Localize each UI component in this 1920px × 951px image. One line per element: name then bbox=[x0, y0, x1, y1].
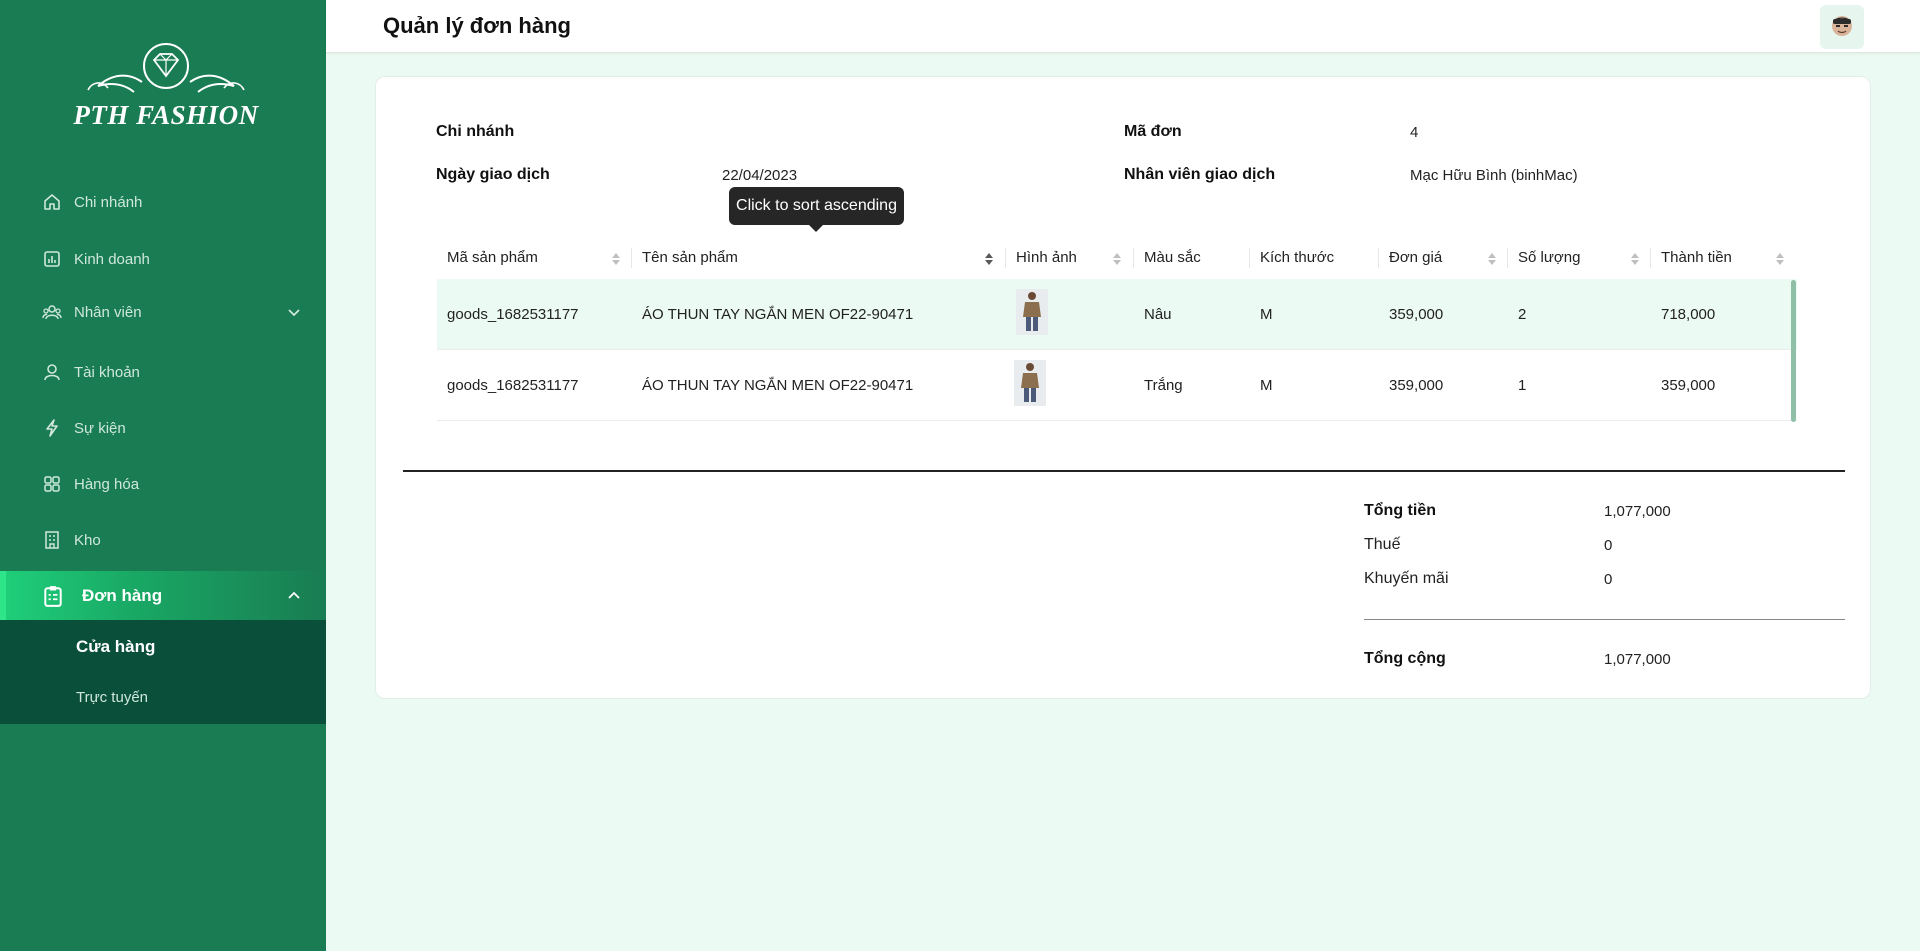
brand-name: PTH FASHION bbox=[73, 100, 259, 130]
cell-size: M bbox=[1260, 377, 1273, 394]
sidebar-item-orders[interactable]: Đơn hàng bbox=[0, 571, 326, 621]
order-code-value: 4 bbox=[1410, 124, 1419, 141]
product-image[interactable] bbox=[1014, 360, 1046, 406]
page-title: Quản lý đơn hàng bbox=[383, 13, 571, 38]
user-avatar-button[interactable] bbox=[1820, 5, 1864, 49]
order-detail-card: Chi nhánh Ngày giao dịch 22/04/2023 Mã đ… bbox=[375, 76, 1871, 699]
sidebar-item-label: Hàng hóa bbox=[74, 475, 140, 493]
column-header-size: Kích thước bbox=[1250, 237, 1379, 279]
cell-code: goods_1682531177 bbox=[447, 377, 579, 394]
submenu-item-online[interactable]: Trực tuyến bbox=[76, 689, 148, 706]
sidebar-item-events[interactable]: Sự kiện bbox=[0, 404, 326, 452]
sidebar-item-label: Đơn hàng bbox=[82, 586, 163, 605]
orders-submenu: Cửa hàng Trực tuyến bbox=[0, 620, 326, 724]
cell-price: 359,000 bbox=[1389, 306, 1444, 323]
date-value: 22/04/2023 bbox=[722, 167, 798, 184]
product-image[interactable] bbox=[1016, 289, 1048, 335]
branch-label: Chi nhánh bbox=[436, 123, 515, 140]
users-icon bbox=[42, 305, 62, 320]
cell-name: ÁO THUN TAY NGẮN MEN OF22-90471 bbox=[642, 377, 914, 394]
sidebar-item-label: Sự kiện bbox=[74, 419, 126, 437]
home-icon bbox=[44, 194, 60, 210]
sort-icon bbox=[612, 253, 620, 265]
submenu-item-store[interactable]: Cửa hàng bbox=[76, 637, 155, 657]
sidebar-item-label: Chi nhánh bbox=[74, 193, 143, 211]
sidebar-item-staff[interactable]: Nhân viên bbox=[0, 288, 326, 336]
discount-label: Khuyến mãi bbox=[1364, 570, 1449, 587]
column-header-color: Màu sắc bbox=[1134, 237, 1250, 279]
table-row[interactable]: goods_1682531177 ÁO THUN TAY NGẮN MEN OF… bbox=[437, 279, 1797, 350]
sort-tooltip: Click to sort ascending bbox=[729, 187, 904, 232]
sidebar-item-label: Kho bbox=[74, 531, 101, 549]
table-row[interactable]: goods_1682531177 ÁO THUN TAY NGẮN MEN OF… bbox=[437, 350, 1797, 421]
clipboard-icon bbox=[44, 586, 62, 607]
staff-label: Nhân viên giao dịch bbox=[1124, 166, 1276, 183]
sidebar-item-goods[interactable]: Hàng hóa bbox=[0, 460, 326, 508]
tax-label: Thuế bbox=[1364, 536, 1401, 553]
subtotal-value: 1,077,000 bbox=[1604, 503, 1671, 520]
building-icon bbox=[45, 531, 59, 549]
sort-icon bbox=[1776, 253, 1784, 265]
sidebar-item-business[interactable]: Kinh doanh bbox=[0, 235, 326, 283]
column-header-image[interactable]: Hình ảnh bbox=[1006, 237, 1134, 279]
total-divider bbox=[1364, 619, 1845, 620]
product-thumbnail-icon bbox=[1021, 363, 1039, 402]
chevron-up-icon bbox=[288, 591, 300, 599]
cell-code: goods_1682531177 bbox=[447, 306, 579, 323]
staff-value: Mạc Hữu Bình (binhMac) bbox=[1410, 167, 1578, 184]
avatar-icon bbox=[1832, 16, 1852, 36]
column-header-code[interactable]: Mã sản phẩm bbox=[437, 237, 632, 279]
cell-size: M bbox=[1260, 306, 1273, 323]
cell-price: 359,000 bbox=[1389, 377, 1444, 394]
sidebar: PTH FASHION Chi nhánh Kinh doanh Nhân vi… bbox=[0, 0, 326, 951]
summary-divider bbox=[403, 470, 1845, 472]
sort-icon bbox=[1113, 253, 1121, 265]
sidebar-item-warehouse[interactable]: Kho bbox=[0, 516, 326, 564]
column-header-quantity[interactable]: Số lượng bbox=[1508, 237, 1651, 279]
cell-color: Nâu bbox=[1144, 306, 1172, 323]
sidebar-item-label: Nhân viên bbox=[74, 303, 142, 321]
subtotal-label: Tổng tiền bbox=[1364, 502, 1436, 519]
top-header: Quản lý đơn hàng bbox=[326, 0, 1920, 53]
cell-quantity: 2 bbox=[1518, 306, 1527, 323]
column-header-total[interactable]: Thành tiền bbox=[1651, 237, 1797, 279]
sidebar-item-account[interactable]: Tài khoản bbox=[0, 348, 326, 396]
chevron-down-icon bbox=[288, 309, 300, 317]
sidebar-item-label: Tài khoản bbox=[74, 363, 140, 381]
table-header: Mã sản phẩm Tên sản phẩm Hình ảnh Màu sắ… bbox=[437, 237, 1797, 279]
tax-value: 0 bbox=[1604, 537, 1613, 554]
cell-total: 718,000 bbox=[1661, 306, 1716, 323]
date-label: Ngày giao dịch bbox=[436, 166, 550, 183]
sort-icon bbox=[1488, 253, 1496, 265]
diamond-logo-icon bbox=[87, 43, 245, 93]
product-thumbnail-icon bbox=[1023, 292, 1041, 331]
cell-quantity: 1 bbox=[1518, 377, 1527, 394]
sort-icon bbox=[985, 253, 993, 265]
cell-name: ÁO THUN TAY NGẮN MEN OF22-90471 bbox=[642, 306, 914, 323]
sort-icon bbox=[1631, 253, 1639, 265]
user-icon bbox=[44, 364, 60, 381]
order-code-label: Mã đơn bbox=[1124, 123, 1182, 140]
grand-total-label: Tổng cộng bbox=[1364, 650, 1446, 667]
cell-color: Trắng bbox=[1144, 377, 1183, 394]
discount-value: 0 bbox=[1604, 571, 1613, 588]
sidebar-item-label: Kinh doanh bbox=[74, 250, 150, 268]
grand-total-value: 1,077,000 bbox=[1604, 651, 1671, 668]
grid-icon bbox=[44, 476, 60, 492]
column-header-price[interactable]: Đơn giá bbox=[1379, 237, 1508, 279]
chart-icon bbox=[44, 251, 60, 267]
column-header-name[interactable]: Tên sản phẩm bbox=[632, 237, 1006, 279]
cell-total: 359,000 bbox=[1661, 377, 1716, 394]
brand-logo[interactable]: PTH FASHION bbox=[68, 42, 264, 134]
bolt-icon bbox=[46, 419, 58, 437]
sidebar-item-branch[interactable]: Chi nhánh bbox=[0, 178, 326, 226]
table-scrollbar[interactable] bbox=[1791, 280, 1796, 422]
